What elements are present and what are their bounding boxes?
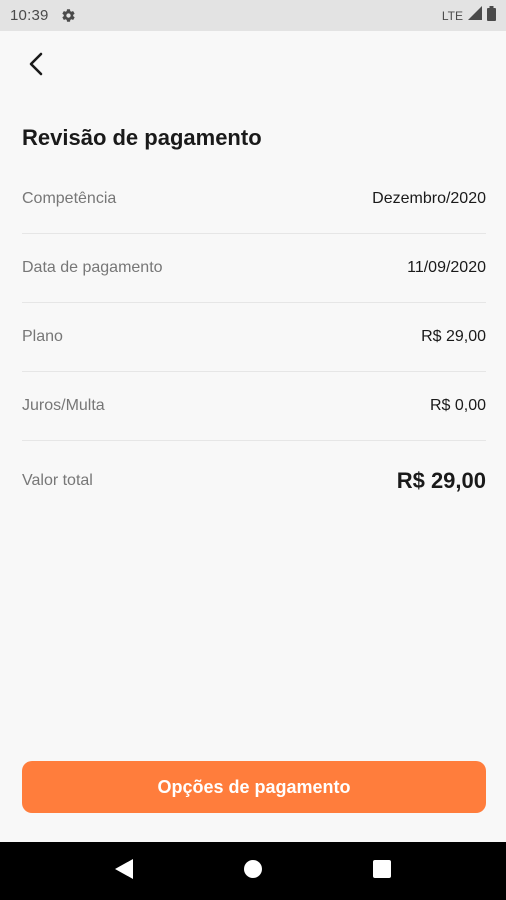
summary-row-label: Juros/Multa bbox=[22, 397, 105, 414]
summary-row-value: Dezembro/2020 bbox=[372, 190, 486, 207]
summary-row-value: R$ 29,00 bbox=[421, 328, 486, 345]
summary-row-value: 11/09/2020 bbox=[407, 259, 486, 276]
summary-row-competencia: Competência Dezembro/2020 bbox=[22, 165, 486, 234]
nav-back-button[interactable] bbox=[104, 851, 144, 891]
payment-summary: Competência Dezembro/2020 Data de pagame… bbox=[22, 165, 486, 521]
summary-row-label: Data de pagamento bbox=[22, 259, 163, 276]
payment-options-button[interactable]: Opções de pagamento bbox=[22, 761, 486, 813]
total-label: Valor total bbox=[22, 472, 93, 489]
status-bar: 10:39 LTE bbox=[0, 0, 506, 31]
summary-row-value: R$ 0,00 bbox=[429, 397, 486, 414]
summary-row-juros-multa: Juros/Multa R$ 0,00 bbox=[22, 372, 486, 441]
status-time: 10:39 bbox=[10, 7, 49, 24]
summary-row-data-pagamento: Data de pagamento 11/09/2020 bbox=[22, 234, 486, 303]
recents-square-icon bbox=[372, 859, 391, 883]
signal-icon bbox=[468, 6, 482, 25]
gear-icon bbox=[61, 8, 76, 23]
total-value: R$ 29,00 bbox=[396, 468, 486, 493]
nav-home-button[interactable] bbox=[233, 851, 273, 891]
battery-icon bbox=[487, 5, 496, 26]
summary-row-total: Valor total R$ 29,00 bbox=[22, 441, 486, 521]
back-button[interactable] bbox=[20, 50, 52, 82]
chevron-left-icon bbox=[29, 52, 43, 81]
page-title: Revisão de pagamento bbox=[22, 125, 262, 150]
nav-recents-button[interactable] bbox=[362, 851, 402, 891]
network-type: LTE bbox=[441, 8, 463, 23]
summary-row-label: Plano bbox=[22, 328, 63, 345]
back-triangle-icon bbox=[115, 858, 134, 884]
system-navigation-bar bbox=[0, 842, 506, 900]
summary-row-label: Competência bbox=[22, 190, 117, 207]
status-indicators: LTE bbox=[441, 5, 496, 26]
summary-row-plano: Plano R$ 29,00 bbox=[22, 303, 486, 372]
home-circle-icon bbox=[243, 859, 263, 884]
